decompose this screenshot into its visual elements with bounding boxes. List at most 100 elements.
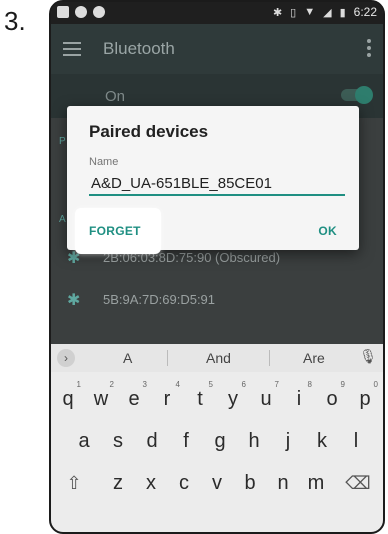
keyboard: › A And Are 🎙 q1w2e3r4t5y6u7i8o9p0asdfgh… (51, 344, 383, 532)
key-label: j (285, 430, 291, 452)
bluetooth-status-icon: ✱ (272, 6, 283, 19)
key[interactable]: h (239, 424, 269, 458)
key-label: r (163, 388, 171, 410)
key[interactable]: v (202, 466, 232, 500)
key-hint: 9 (340, 380, 345, 389)
key-label: h (248, 430, 260, 452)
key[interactable]: e3 (119, 380, 149, 416)
key-label: x (146, 472, 156, 494)
key[interactable]: b (235, 466, 265, 500)
key-hint: 2 (109, 380, 114, 389)
page-title: Bluetooth (103, 39, 175, 58)
key[interactable]: j (273, 424, 303, 458)
app-notification-icon (75, 6, 87, 18)
key-label: a (78, 430, 90, 452)
key[interactable]: y6 (218, 380, 248, 416)
key-label: w (93, 388, 109, 410)
key-hint: 5 (208, 380, 213, 389)
sync-notification-icon (93, 6, 105, 18)
key-hint: 1 (76, 380, 81, 389)
key[interactable]: n (268, 466, 298, 500)
key[interactable]: f (171, 424, 201, 458)
step-number: 3. (4, 6, 26, 36)
key[interactable]: o9 (317, 380, 347, 416)
key-hint: 3 (142, 380, 147, 389)
backspace-key-icon[interactable]: ⌫ (343, 466, 373, 500)
list-item[interactable]: ✱ 5B:9A:7D:69:D5:91 (51, 278, 383, 322)
phone-screen: ✱ ▯ ▼ ◢ ▮ 6:22 Bluetooth On P A ✱ 2B:06:… (49, 0, 385, 534)
key-label: p (359, 388, 371, 410)
image-notification-icon (57, 6, 69, 18)
toggle-label: On (105, 88, 126, 105)
key[interactable]: i8 (284, 380, 314, 416)
key[interactable]: s (103, 424, 133, 458)
dialog-title: Paired devices (89, 122, 209, 141)
key-label: g (214, 430, 226, 452)
key-label: d (146, 430, 158, 452)
key[interactable]: l (341, 424, 371, 458)
device-name-input[interactable] (89, 172, 345, 196)
suggestion-item[interactable]: A (123, 350, 132, 366)
key-hint: 4 (175, 380, 180, 389)
key-label: k (317, 430, 327, 452)
forget-button[interactable]: FORGET (89, 224, 141, 238)
key-hint: 7 (274, 380, 279, 389)
app-bar: Bluetooth (51, 24, 383, 74)
device-address: 5B:9A:7D:69:D5:91 (103, 292, 216, 307)
key-label: q (62, 388, 74, 410)
key-label: f (183, 430, 189, 452)
key[interactable]: a (69, 424, 99, 458)
key-label: m (307, 472, 325, 494)
key-label: u (260, 388, 272, 410)
key-label: i (296, 388, 302, 410)
key-label: o (326, 388, 338, 410)
hamburger-menu-icon[interactable] (63, 42, 81, 56)
wifi-icon: ▼ (304, 6, 316, 18)
key-label: z (113, 472, 123, 494)
suggestion-item[interactable]: Are (303, 350, 325, 366)
available-section-header: A (59, 214, 66, 225)
paired-section-header: P (59, 136, 66, 147)
key[interactable]: u7 (251, 380, 281, 416)
key-label: l (353, 430, 359, 452)
key[interactable]: q1 (53, 380, 83, 416)
more-options-icon[interactable] (367, 39, 373, 60)
battery-icon: ▮ (339, 6, 346, 19)
key-label: b (244, 472, 256, 494)
key[interactable]: r4 (152, 380, 182, 416)
key-label: s (113, 430, 123, 452)
chevron-right-icon[interactable]: › (57, 349, 75, 367)
ok-button[interactable]: OK (318, 224, 337, 238)
name-field-label: Name (89, 156, 119, 168)
key-hint: 8 (307, 380, 312, 389)
key[interactable]: m (301, 466, 331, 500)
vibrate-icon: ▯ (290, 6, 297, 19)
paired-device-dialog: Paired devices Name FORGET OK (67, 106, 359, 254)
key[interactable]: t5 (185, 380, 215, 416)
key[interactable]: g (205, 424, 235, 458)
key-label: v (212, 472, 222, 494)
key-hint: 6 (241, 380, 246, 389)
signal-icon: ◢ (323, 6, 332, 19)
suggestion-strip: › A And Are 🎙 (51, 344, 383, 372)
key[interactable]: p0 (350, 380, 380, 416)
key[interactable]: c (169, 466, 199, 500)
key-hint: 0 (373, 380, 378, 389)
suggestion-item[interactable]: And (206, 350, 231, 366)
key[interactable]: d (137, 424, 167, 458)
microphone-icon[interactable]: 🎙 (359, 348, 377, 365)
key-label: y (228, 388, 238, 410)
shift-key-icon[interactable]: ⇧ (59, 466, 89, 500)
key[interactable]: w2 (86, 380, 116, 416)
bluetooth-icon: ✱ (67, 292, 81, 309)
key-label: e (128, 388, 140, 410)
key[interactable]: k (307, 424, 337, 458)
key[interactable]: x (136, 466, 166, 500)
key-label: t (197, 388, 203, 410)
bluetooth-switch[interactable] (341, 86, 373, 104)
key[interactable]: z (103, 466, 133, 500)
clock: 6:22 (353, 5, 377, 19)
key-label: c (179, 472, 189, 494)
status-bar: ✱ ▯ ▼ ◢ ▮ 6:22 (51, 2, 383, 24)
key-label: n (277, 472, 289, 494)
